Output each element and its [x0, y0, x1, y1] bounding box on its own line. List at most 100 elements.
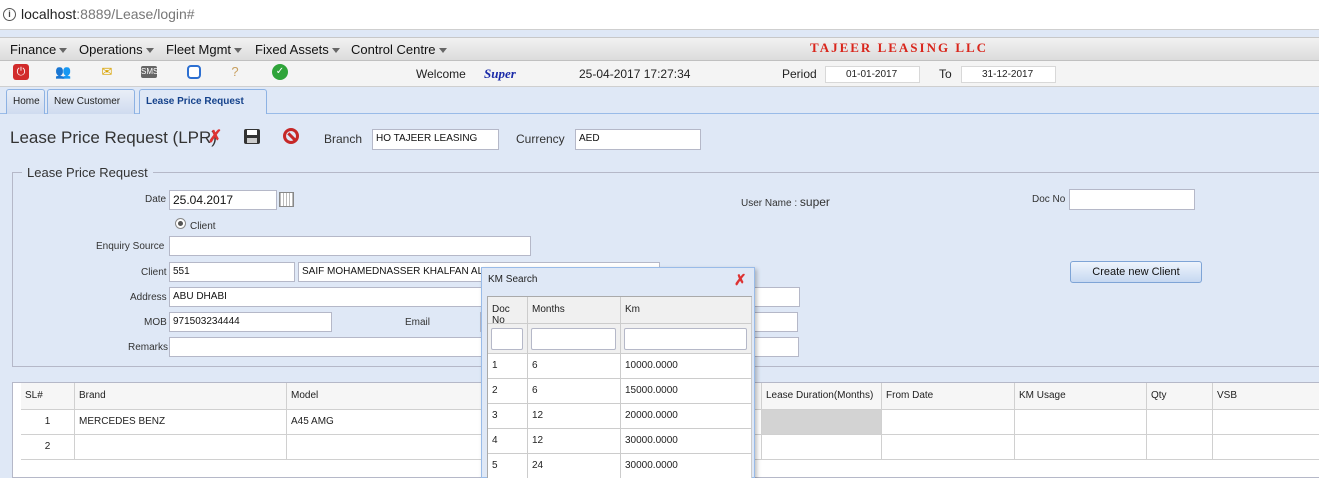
- km-search-table: Doc No Months Km 1 6 10000.0000 2 6 1500…: [487, 296, 752, 478]
- create-new-client-button[interactable]: Create new Client: [1070, 261, 1202, 283]
- calendar-icon[interactable]: [279, 192, 294, 207]
- grid-cell-brand[interactable]: [75, 435, 287, 460]
- grid-header-lease-duration[interactable]: Lease Duration(Months): [762, 383, 882, 410]
- date-field[interactable]: 25.04.2017: [169, 190, 277, 210]
- grid-header-sl[interactable]: SL#: [21, 383, 75, 410]
- km-cell-months[interactable]: 12: [528, 429, 621, 454]
- grid-cell-lease-duration[interactable]: [762, 435, 882, 460]
- check-icon[interactable]: ✓: [272, 64, 288, 80]
- km-cell-doc-no[interactable]: 1: [488, 354, 528, 379]
- menu-fleet-mgmt[interactable]: Fleet Mgmt: [166, 42, 243, 57]
- sms-icon[interactable]: SMS: [141, 66, 158, 78]
- enquiry-source-field[interactable]: [169, 236, 531, 256]
- date-label: Date: [145, 194, 167, 205]
- km-search-popup: KM Search ✗ Doc No Months Km 1 6 10000.0…: [481, 267, 755, 478]
- close-icon[interactable]: ✗: [208, 127, 222, 147]
- menu-label: Finance: [10, 42, 57, 57]
- km-cell-months[interactable]: 6: [528, 379, 621, 404]
- caret-down-icon: [145, 48, 154, 54]
- period-to-field[interactable]: 31-12-2017: [961, 66, 1056, 83]
- tab-home[interactable]: Home: [6, 89, 45, 114]
- company-name: TAJEER LEASING LLC: [810, 40, 989, 55]
- help-icon[interactable]: ?: [227, 64, 243, 80]
- to-label: To: [939, 67, 952, 81]
- km-cell-km[interactable]: 30000.0000: [621, 454, 752, 478]
- mail-icon[interactable]: ✉: [99, 64, 115, 80]
- grid-header-km-usage[interactable]: KM Usage: [1015, 383, 1147, 410]
- client-code-field[interactable]: 551: [169, 262, 295, 282]
- km-cell-doc-no[interactable]: 3: [488, 404, 528, 429]
- km-cell-km[interactable]: 10000.0000: [621, 354, 752, 379]
- tab-lease-price-request[interactable]: Lease Price Request: [139, 89, 267, 115]
- welcome-label: Welcome: [416, 67, 466, 81]
- grid-cell-vsb[interactable]: [1213, 435, 1319, 460]
- km-cell-doc-no[interactable]: 5: [488, 454, 528, 478]
- menu-control-centre[interactable]: Control Centre: [351, 42, 447, 57]
- cancel-icon[interactable]: [283, 128, 299, 144]
- enquiry-source-label: Enquiry Source: [96, 241, 165, 252]
- km-cell-months[interactable]: 6: [528, 354, 621, 379]
- power-icon[interactable]: ⏻: [13, 64, 29, 80]
- branch-field[interactable]: HO TAJEER LEASING: [372, 129, 499, 150]
- km-header-months[interactable]: Months: [528, 297, 621, 324]
- km-cell-km[interactable]: 20000.0000: [621, 404, 752, 429]
- url-host: localhost: [21, 6, 77, 22]
- km-filter-cell: [488, 324, 528, 354]
- menu-label: Fixed Assets: [255, 42, 329, 57]
- tab-bar: Home New Customer Lease Price Request: [0, 87, 1319, 115]
- currency-label: Currency: [516, 132, 565, 146]
- grid-cell-sl[interactable]: 2: [21, 435, 75, 460]
- save-icon[interactable]: [244, 129, 260, 144]
- menu-operations[interactable]: Operations: [79, 42, 154, 57]
- users-icon[interactable]: 👥: [55, 64, 71, 80]
- site-info-icon[interactable]: i: [3, 8, 16, 21]
- tab-new-customer[interactable]: New Customer: [47, 89, 135, 114]
- grid-cell-km-usage[interactable]: [1015, 410, 1147, 435]
- period-from-field[interactable]: 01-01-2017: [825, 66, 920, 83]
- km-filter-km-input[interactable]: [624, 328, 747, 350]
- grid-header-from-date[interactable]: From Date: [882, 383, 1015, 410]
- km-cell-km[interactable]: 30000.0000: [621, 429, 752, 454]
- km-filter-cell: [621, 324, 752, 354]
- close-icon[interactable]: ✗: [734, 271, 747, 289]
- grid-cell-from-date[interactable]: [882, 410, 1015, 435]
- menu-label: Fleet Mgmt: [166, 42, 232, 57]
- address-label: Address: [130, 292, 167, 303]
- km-filter-cell: [528, 324, 621, 354]
- chat-icon[interactable]: [187, 65, 201, 79]
- grid-header-vsb[interactable]: VSB: [1213, 383, 1319, 410]
- km-filter-months-input[interactable]: [531, 328, 616, 350]
- caret-down-icon: [438, 48, 447, 54]
- grid-cell-vsb[interactable]: [1213, 410, 1319, 435]
- menu-finance[interactable]: Finance: [10, 42, 68, 57]
- welcome-user: Super: [484, 66, 516, 81]
- currency-field[interactable]: AED: [575, 129, 701, 150]
- mob-label: MOB: [144, 317, 167, 328]
- km-filter-doc-no-input[interactable]: [491, 328, 523, 350]
- grid-cell-from-date[interactable]: [882, 435, 1015, 460]
- grid-header-brand[interactable]: Brand: [75, 383, 287, 410]
- menu-fixed-assets[interactable]: Fixed Assets: [255, 42, 340, 57]
- doc-no-field[interactable]: [1069, 189, 1195, 210]
- km-header-doc-no[interactable]: Doc No: [488, 297, 528, 326]
- grid-cell-lease-duration[interactable]: [762, 410, 882, 435]
- client-radio[interactable]: [175, 218, 186, 229]
- browser-address-bar[interactable]: i localhost:8889/Lease/login#: [0, 0, 1319, 30]
- km-cell-months[interactable]: 12: [528, 404, 621, 429]
- km-cell-doc-no[interactable]: 4: [488, 429, 528, 454]
- url-text[interactable]: localhost:8889/Lease/login#: [21, 6, 195, 22]
- grid-cell-sl[interactable]: 1: [21, 410, 75, 435]
- grid-header-qty[interactable]: Qty: [1147, 383, 1213, 410]
- grid-cell-km-usage[interactable]: [1015, 435, 1147, 460]
- grid-cell-brand[interactable]: MERCEDES BENZ: [75, 410, 287, 435]
- mob-field[interactable]: 971503234444: [169, 312, 332, 332]
- toolbar: ⏻ 👥 ✉ SMS ? ✓ Welcome Super 25-04-2017 1…: [0, 61, 1319, 87]
- km-cell-months[interactable]: 24: [528, 454, 621, 478]
- km-cell-doc-no[interactable]: 2: [488, 379, 528, 404]
- grid-cell-qty[interactable]: [1147, 410, 1213, 435]
- grid-cell-qty[interactable]: [1147, 435, 1213, 460]
- km-cell-km[interactable]: 15000.0000: [621, 379, 752, 404]
- km-header-km[interactable]: Km: [621, 297, 752, 324]
- remarks-label: Remarks: [128, 342, 169, 353]
- menu-label: Operations: [79, 42, 143, 57]
